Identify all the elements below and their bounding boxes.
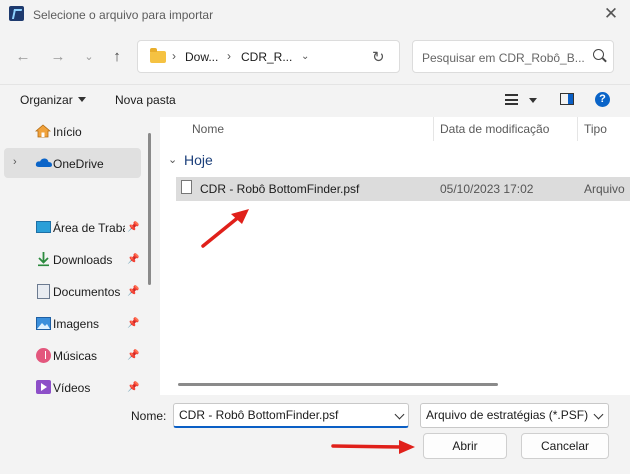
search-input[interactable]: Pesquisar em CDR_Robô_B... bbox=[412, 40, 614, 73]
pin-icon: 📌 bbox=[127, 286, 140, 297]
close-icon[interactable]: ✕ bbox=[600, 4, 622, 24]
pin-icon: 📌 bbox=[127, 254, 140, 265]
column-header-date[interactable]: Data de modificação bbox=[440, 122, 549, 136]
address-bar[interactable]: › Dow... › CDR_R... ⌄ ↻ bbox=[137, 40, 400, 73]
sidebar-item-onedrive[interactable]: OneDrive bbox=[53, 157, 104, 171]
column-divider[interactable] bbox=[433, 117, 434, 141]
up-arrow-icon[interactable]: ↑ bbox=[106, 45, 128, 69]
refresh-icon[interactable]: ↻ bbox=[372, 48, 385, 66]
chevron-down-icon bbox=[593, 409, 604, 420]
pin-icon: 📌 bbox=[127, 382, 140, 393]
view-list-icon[interactable] bbox=[505, 94, 518, 105]
sidebar-item-videos[interactable]: Vídeos bbox=[53, 381, 90, 395]
pin-icon: 📌 bbox=[127, 318, 140, 329]
file-icon bbox=[181, 180, 192, 194]
preview-pane-icon[interactable] bbox=[560, 93, 574, 105]
breadcrumb-item-folder[interactable]: CDR_R... bbox=[241, 50, 292, 64]
download-icon bbox=[36, 251, 51, 267]
music-icon bbox=[36, 348, 51, 363]
document-icon bbox=[37, 284, 50, 299]
horizontal-scrollbar[interactable] bbox=[178, 383, 498, 386]
video-icon bbox=[36, 380, 51, 394]
breadcrumb-item-downloads[interactable]: Dow... bbox=[185, 50, 218, 64]
breadcrumb-separator-icon: › bbox=[172, 49, 176, 63]
file-type-select[interactable]: Arquivo de estratégias (*.PSF) bbox=[420, 403, 609, 428]
sidebar-item-desktop[interactable]: Área de Traba bbox=[53, 221, 125, 235]
file-name: CDR - Robô BottomFinder.psf bbox=[200, 182, 360, 196]
cloud-icon bbox=[35, 157, 53, 168]
home-icon bbox=[34, 124, 52, 138]
sidebar-item-music[interactable]: Músicas bbox=[53, 349, 97, 363]
file-name-label: Nome: bbox=[131, 409, 167, 423]
organize-label: Organizar bbox=[20, 93, 73, 107]
expand-chevron-icon[interactable]: › bbox=[13, 156, 17, 168]
sidebar-item-downloads[interactable]: Downloads bbox=[53, 253, 112, 267]
help-icon[interactable]: ? bbox=[595, 92, 610, 107]
search-placeholder: Pesquisar em CDR_Robô_B... bbox=[422, 51, 585, 65]
pin-icon: 📌 bbox=[127, 222, 140, 233]
group-chevron-icon[interactable]: ⌄ bbox=[168, 153, 177, 166]
search-icon[interactable] bbox=[593, 49, 604, 60]
back-arrow-icon[interactable]: ← bbox=[12, 45, 34, 69]
app-logo-icon bbox=[9, 6, 24, 21]
recent-chevron-down-icon[interactable]: ⌄ bbox=[78, 45, 100, 69]
pin-icon: 📌 bbox=[127, 350, 140, 361]
forward-arrow-icon[interactable]: → bbox=[47, 45, 69, 69]
organize-button[interactable]: Organizar bbox=[20, 93, 86, 107]
column-header-type[interactable]: Tipo bbox=[584, 122, 607, 136]
chevron-down-icon[interactable] bbox=[394, 409, 405, 420]
cancel-button[interactable]: Cancelar bbox=[521, 433, 609, 459]
sidebar-item-images[interactable]: Imagens bbox=[53, 317, 99, 331]
file-date: 05/10/2023 17:02 bbox=[440, 182, 534, 196]
view-chevron-down-icon[interactable] bbox=[529, 98, 537, 103]
sidebar-item-documents[interactable]: Documentos bbox=[53, 285, 125, 299]
address-dropdown-icon[interactable]: ⌄ bbox=[301, 51, 309, 62]
sidebar-item-home[interactable]: Início bbox=[53, 125, 82, 139]
file-name-value: CDR - Robô BottomFinder.psf bbox=[179, 408, 339, 422]
new-folder-button[interactable]: Nova pasta bbox=[115, 93, 176, 107]
image-icon bbox=[36, 317, 51, 330]
file-type: Arquivo bbox=[584, 182, 625, 196]
file-name-input[interactable]: CDR - Robô BottomFinder.psf bbox=[173, 403, 409, 428]
chevron-down-icon bbox=[77, 97, 86, 102]
desktop-icon bbox=[36, 221, 51, 233]
group-header-today[interactable]: Hoje bbox=[184, 152, 213, 168]
open-button[interactable]: Abrir bbox=[423, 433, 507, 459]
folder-icon bbox=[150, 48, 166, 63]
breadcrumb-separator-icon: › bbox=[227, 49, 231, 63]
file-list bbox=[160, 117, 630, 395]
file-type-value: Arquivo de estratégias (*.PSF) bbox=[426, 408, 589, 422]
sidebar-scrollbar[interactable] bbox=[148, 133, 151, 285]
column-divider[interactable] bbox=[577, 117, 578, 141]
window-title: Selecione o arquivo para importar bbox=[33, 8, 214, 22]
column-header-name[interactable]: Nome bbox=[192, 122, 224, 136]
